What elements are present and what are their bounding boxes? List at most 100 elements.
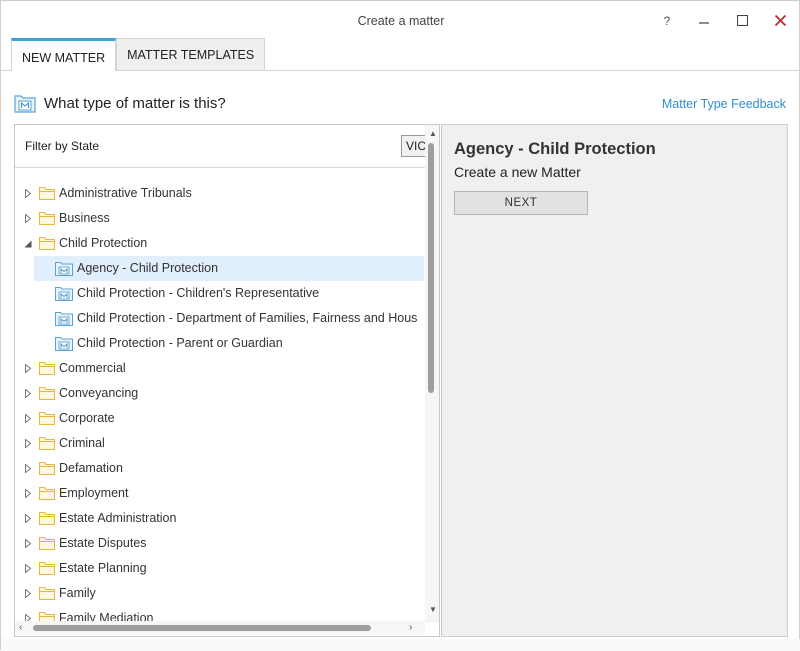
- expand-icon[interactable]: [24, 589, 32, 598]
- filter-row: Filter by State VIC: [15, 125, 431, 168]
- help-icon: ?: [663, 14, 671, 28]
- tree-item-label: Commercial: [59, 361, 126, 375]
- expand-icon[interactable]: [24, 464, 32, 473]
- tree-item-label: Estate Administration: [59, 511, 177, 525]
- minimize-icon: [699, 22, 709, 24]
- collapse-icon[interactable]: [24, 239, 32, 248]
- question-header: What type of matter is this?: [14, 93, 226, 113]
- tree-item-label: Administrative Tribunals: [59, 186, 192, 200]
- expand-icon[interactable]: [24, 539, 32, 548]
- tree-folder-conveyancing[interactable]: Conveyancing: [15, 381, 425, 406]
- expand-icon[interactable]: [24, 189, 32, 198]
- title-bar: Create a matter ?: [1, 1, 800, 37]
- tree-item-label: Corporate: [59, 411, 115, 425]
- folder-icon: [38, 536, 56, 553]
- tree-item-label: Business: [59, 211, 110, 225]
- folder-icon: [38, 186, 56, 203]
- tree-item-label: Defamation: [59, 461, 123, 475]
- folder-icon: [38, 236, 56, 253]
- tree-folder-corporate[interactable]: Corporate: [15, 406, 425, 431]
- matter-detail-panel: Agency - Child Protection Create a new M…: [441, 124, 788, 637]
- filter-by-state-label: Filter by State: [25, 139, 100, 153]
- matter-type-icon: [55, 286, 73, 304]
- scroll-left-icon[interactable]: ‹: [19, 622, 22, 633]
- tab-matter-templates[interactable]: MATTER TEMPLATES: [116, 38, 266, 71]
- expand-icon[interactable]: [24, 414, 32, 423]
- expand-icon[interactable]: [24, 489, 32, 498]
- tree-item-label: Estate Planning: [59, 561, 147, 575]
- tree-folder-estate-planning[interactable]: Estate Planning: [15, 556, 425, 581]
- folder-icon: [38, 586, 56, 603]
- matter-type-icon: [55, 261, 73, 279]
- horizontal-scrollbar[interactable]: ‹ ›: [15, 621, 425, 635]
- maximize-button[interactable]: [730, 9, 754, 31]
- folder-icon: [38, 386, 56, 403]
- tree-folder-criminal[interactable]: Criminal: [15, 431, 425, 456]
- expand-icon[interactable]: [24, 439, 32, 448]
- expand-icon[interactable]: [24, 564, 32, 573]
- tree-folder-child-protection[interactable]: Child Protection: [15, 231, 425, 256]
- tree-folder-defamation[interactable]: Defamation: [15, 456, 425, 481]
- matter-icon: [14, 95, 36, 113]
- tree-item-label: Estate Disputes: [59, 536, 147, 550]
- matter-type-icon: [55, 311, 73, 329]
- scroll-right-icon[interactable]: ›: [409, 622, 412, 633]
- tab-bar: NEW MATTER MATTER TEMPLATES: [11, 38, 266, 71]
- create-matter-dialog: Create a matter ? NEW MATTER MATTER TEMP…: [0, 0, 800, 651]
- question-text: What type of matter is this?: [44, 94, 226, 112]
- expand-icon[interactable]: [24, 389, 32, 398]
- tree-item-label: Family: [59, 586, 96, 600]
- matter-type-tree: Administrative Tribunals Business Child …: [15, 181, 425, 631]
- tree-item-label: Conveyancing: [59, 386, 139, 400]
- expand-icon[interactable]: [24, 514, 32, 523]
- window-title: Create a matter: [357, 14, 445, 28]
- close-button[interactable]: [768, 9, 792, 31]
- bottom-strip: [1, 639, 800, 651]
- tree-folder-administrative-tribunals[interactable]: Administrative Tribunals: [15, 181, 425, 206]
- folder-icon: [38, 561, 56, 578]
- close-icon: [774, 14, 786, 26]
- tab-new-matter[interactable]: NEW MATTER: [11, 38, 117, 71]
- minimize-button[interactable]: [692, 9, 716, 31]
- tree-item-label: Child Protection - Department of Familie…: [77, 311, 418, 325]
- selected-matter-subtitle: Create a new Matter: [454, 164, 581, 180]
- matter-type-feedback-link[interactable]: Matter Type Feedback: [662, 97, 786, 111]
- folder-icon: [38, 511, 56, 528]
- horizontal-scroll-thumb[interactable]: [33, 625, 371, 631]
- folder-icon: [38, 461, 56, 478]
- maximize-icon: [736, 14, 748, 26]
- tree-item-label: Agency - Child Protection: [77, 261, 219, 275]
- folder-icon: [38, 486, 56, 503]
- tree-matter-childrens-representative[interactable]: Child Protection - Children's Representa…: [15, 281, 425, 306]
- tree-folder-business[interactable]: Business: [15, 206, 425, 231]
- matter-type-icon: [55, 336, 73, 354]
- next-button[interactable]: NEXT: [454, 191, 588, 215]
- tree-item-label: Employment: [59, 486, 129, 500]
- folder-icon: [38, 411, 56, 428]
- tree-folder-family[interactable]: Family: [15, 581, 425, 606]
- tree-folder-commercial[interactable]: Commercial: [15, 356, 425, 381]
- tree-item-label: Criminal: [59, 436, 105, 450]
- matter-type-tree-panel: Filter by State VIC Administrative Tribu…: [14, 124, 440, 637]
- vertical-scrollbar[interactable]: ▲ ▼: [425, 125, 439, 623]
- folder-icon: [38, 361, 56, 378]
- help-button[interactable]: ?: [655, 10, 679, 32]
- tab-divider: [1, 70, 800, 71]
- tree-matter-parent-or-guardian[interactable]: Child Protection - Parent or Guardian: [15, 331, 425, 356]
- tree-folder-estate-disputes[interactable]: Estate Disputes: [15, 531, 425, 556]
- selected-matter-title: Agency - Child Protection: [454, 140, 656, 158]
- folder-icon: [38, 211, 56, 228]
- tree-matter-agency-child-protection[interactable]: Agency - Child Protection: [34, 256, 424, 281]
- folder-icon: [38, 436, 56, 453]
- tree-item-label: Child Protection: [59, 236, 148, 250]
- tree-matter-department-of-families[interactable]: Child Protection - Department of Familie…: [15, 306, 425, 331]
- tree-item-label: Child Protection - Parent or Guardian: [77, 336, 283, 350]
- tree-folder-estate-administration[interactable]: Estate Administration: [15, 506, 425, 531]
- scroll-up-icon[interactable]: ▲: [429, 129, 437, 138]
- expand-icon[interactable]: [24, 214, 32, 223]
- expand-icon[interactable]: [24, 364, 32, 373]
- vertical-scroll-thumb[interactable]: [428, 143, 434, 393]
- tree-folder-employment[interactable]: Employment: [15, 481, 425, 506]
- tree-item-label: Child Protection - Children's Representa…: [77, 286, 320, 300]
- scroll-down-icon[interactable]: ▼: [429, 605, 437, 614]
